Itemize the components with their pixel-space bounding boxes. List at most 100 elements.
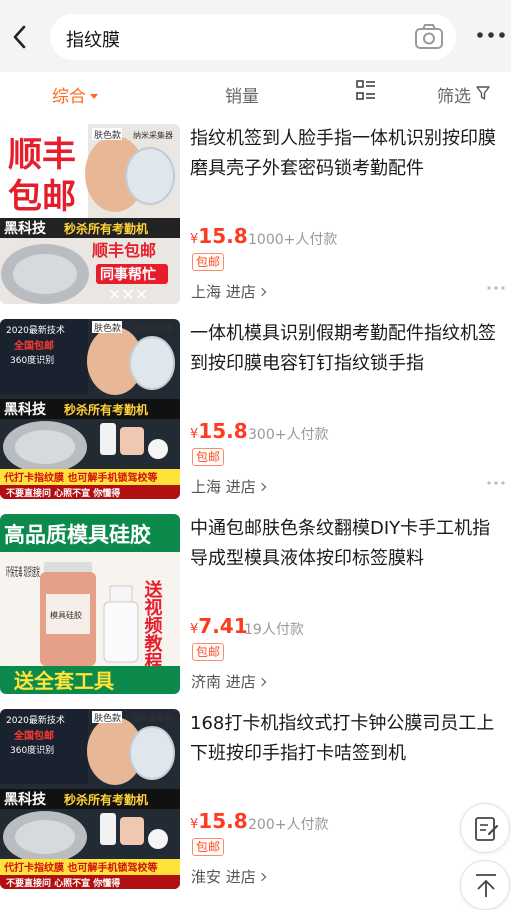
price-value: 7.41 bbox=[198, 614, 248, 638]
edit-button[interactable] bbox=[460, 803, 510, 853]
product-price: ¥15.8 bbox=[190, 419, 248, 443]
image-text: 黑科技 bbox=[4, 220, 47, 237]
product-image-art: 2020最新技术 全国包邮 360度识别 肤色款 纳米采集器 黑科技 秒杀所有考… bbox=[0, 709, 180, 889]
product-image[interactable]: 高品质模具硅胶 环保无毒 现货速发 模具硅胶 送视频教程 送全套工具 bbox=[0, 514, 180, 694]
sold-count: 300+人付款 bbox=[248, 427, 329, 443]
free-shipping-badge: 包邮 bbox=[192, 253, 225, 271]
location-text: 上海 bbox=[191, 283, 222, 301]
edit-icon bbox=[475, 817, 498, 841]
product-item[interactable]: 2020最新技术 全国包邮 360度识别 肤色款 纳米采集器 黑科技 秒杀所有考… bbox=[0, 311, 511, 505]
product-image-art: 2020最新技术 全国包邮 360度识别 肤色款 纳米采集器 黑科技 秒杀所有考… bbox=[0, 319, 180, 499]
location-text: 济南 bbox=[191, 673, 222, 691]
svg-text:✕✕✕: ✕✕✕ bbox=[108, 285, 148, 304]
chevron-right-icon bbox=[257, 677, 267, 687]
more-options-icon[interactable] bbox=[487, 286, 505, 290]
image-text: 秒杀所有考勤机 bbox=[64, 402, 148, 417]
sold-count: 19人付款 bbox=[244, 622, 304, 638]
more-icon[interactable] bbox=[476, 29, 506, 41]
price-value: 15.8 bbox=[198, 419, 248, 443]
free-shipping-badge: 包邮 bbox=[192, 643, 225, 661]
image-text: 秒杀所有考勤机 bbox=[64, 792, 148, 807]
chevron-right-icon bbox=[257, 872, 267, 882]
image-text: 黑科技 bbox=[4, 401, 47, 418]
product-image[interactable]: 顺丰 包邮 肤色款 纳米采集器 黑科技 秒杀所有考勤机 顺丰包邮 同事帮忙 ✕✕… bbox=[0, 124, 180, 304]
shop-location[interactable]: 淮安 进店 bbox=[191, 866, 267, 887]
shop-location[interactable]: 上海 进店 bbox=[191, 281, 267, 302]
image-text: 360度识别 bbox=[10, 354, 54, 366]
image-text: 2020最新技术 bbox=[6, 714, 65, 726]
image-text: 顺丰包邮 bbox=[92, 241, 156, 260]
sold-count: 200+人付款 bbox=[248, 817, 329, 833]
free-shipping-badge: 包邮 bbox=[192, 448, 225, 466]
product-image[interactable]: 2020最新技术 全国包邮 360度识别 肤色款 纳米采集器 黑科技 秒杀所有考… bbox=[0, 709, 180, 889]
enter-shop-link[interactable]: 进店 bbox=[226, 478, 256, 496]
filter-icon[interactable] bbox=[476, 86, 490, 100]
image-text: 同事帮忙 bbox=[100, 266, 156, 283]
image-text: 代打卡指纹膜 也可解手机锁驾校等 bbox=[3, 471, 157, 484]
image-text: 高品质模具硅胶 bbox=[4, 523, 151, 547]
enter-shop-link[interactable]: 进店 bbox=[226, 673, 256, 691]
shop-location[interactable]: 济南 进店 bbox=[191, 671, 267, 692]
price-value: 15.8 bbox=[198, 224, 248, 248]
chevron-right-icon bbox=[257, 287, 267, 297]
camera-icon[interactable] bbox=[414, 23, 444, 51]
chevron-right-icon bbox=[257, 482, 267, 492]
image-text: 纳米采集器 bbox=[133, 323, 173, 333]
image-text: 不要直接问 心照不宣 你懂得 bbox=[6, 877, 120, 889]
product-title[interactable]: 中通包邮肤色条纹翻模DIY卡手工机指导成型模具液体按印标签膜料 bbox=[190, 514, 505, 574]
image-text: 秒杀所有考勤机 bbox=[64, 221, 148, 236]
image-text: 360度识别 bbox=[10, 744, 54, 756]
image-text: 包邮 bbox=[8, 177, 76, 217]
location-text: 上海 bbox=[191, 478, 222, 496]
back-icon[interactable] bbox=[8, 22, 32, 52]
more-options-icon[interactable] bbox=[487, 481, 505, 485]
tab-sales[interactable]: 销量 bbox=[225, 82, 259, 107]
product-item[interactable]: 2020最新技术 全国包邮 360度识别 肤色款 纳米采集器 黑科技 秒杀所有考… bbox=[0, 701, 511, 895]
image-text: 肤色款 bbox=[94, 129, 121, 141]
image-text: 肤色款 bbox=[94, 322, 121, 334]
image-text: 肤色款 bbox=[94, 712, 121, 724]
image-text: 全国包邮 bbox=[13, 729, 54, 742]
tab-comprehensive[interactable]: 综合 bbox=[52, 82, 98, 107]
tab-filter[interactable]: 筛选 bbox=[437, 82, 471, 107]
list-view-icon[interactable] bbox=[356, 80, 376, 102]
product-image[interactable]: 2020最新技术 全国包邮 360度识别 肤色款 纳米采集器 黑科技 秒杀所有考… bbox=[0, 319, 180, 499]
image-text: 代打卡指纹膜 也可解手机锁驾校等 bbox=[3, 861, 157, 874]
back-to-top-button[interactable] bbox=[460, 860, 510, 910]
image-text: 送全套工具 bbox=[14, 669, 114, 693]
image-text: 不要直接问 心照不宣 你懂得 bbox=[6, 487, 120, 499]
image-text: 黑科技 bbox=[4, 791, 47, 808]
product-item[interactable]: 顺丰 包邮 肤色款 纳米采集器 黑科技 秒杀所有考勤机 顺丰包邮 同事帮忙 ✕✕… bbox=[0, 116, 511, 310]
product-item[interactable]: 高品质模具硅胶 环保无毒 现货速发 模具硅胶 送视频教程 送全套工具 中通包邮肤… bbox=[0, 506, 511, 700]
image-text: 送视频教程 bbox=[142, 579, 164, 671]
image-text: 全国包邮 bbox=[13, 339, 54, 352]
caret-down-icon bbox=[90, 94, 98, 99]
location-text: 淮安 bbox=[191, 868, 222, 886]
product-title[interactable]: 168打卡机指纹式打卡钟公膜司员工上下班按印手指打卡咭签到机 bbox=[190, 709, 505, 769]
search-query: 指纹膜 bbox=[66, 30, 120, 51]
tab-label: 综合 bbox=[52, 87, 86, 107]
enter-shop-link[interactable]: 进店 bbox=[226, 868, 256, 886]
back-to-top-icon bbox=[476, 874, 496, 897]
image-text: 2020最新技术 bbox=[6, 324, 65, 336]
price-value: 15.8 bbox=[198, 809, 248, 833]
search-input[interactable]: 指纹膜 bbox=[50, 14, 456, 60]
image-text: 环保无毒 现货速发 bbox=[6, 564, 40, 579]
product-image-art: 顺丰 包邮 肤色款 纳米采集器 黑科技 秒杀所有考勤机 顺丰包邮 同事帮忙 ✕✕… bbox=[0, 124, 180, 304]
image-text: 模具硅胶 bbox=[50, 610, 82, 620]
product-image-art: 高品质模具硅胶 环保无毒 现货速发 模具硅胶 送视频教程 送全套工具 bbox=[0, 514, 180, 694]
image-text: 顺丰 bbox=[8, 135, 76, 175]
product-title[interactable]: 一体机模具识别假期考勤配件指纹机签到按印膜电容钉钉指纹锁手指 bbox=[190, 319, 505, 379]
sold-count: 1000+人付款 bbox=[248, 232, 338, 248]
shop-location[interactable]: 上海 进店 bbox=[191, 476, 267, 497]
product-price: ¥15.8 bbox=[190, 224, 248, 248]
enter-shop-link[interactable]: 进店 bbox=[226, 283, 256, 301]
sort-tabs: 综合 销量 筛选 bbox=[0, 72, 511, 114]
image-text: 纳米采集器 bbox=[133, 130, 173, 140]
product-price: ¥15.8 bbox=[190, 809, 248, 833]
top-bar: 指纹膜 bbox=[0, 0, 511, 72]
tab-label: 销量 bbox=[225, 87, 259, 107]
image-text: 纳米采集器 bbox=[133, 713, 173, 723]
product-title[interactable]: 指纹机签到人脸手指一体机识别按印膜磨具壳子外套密码锁考勤配件 bbox=[190, 124, 505, 184]
tab-label: 筛选 bbox=[437, 87, 471, 107]
